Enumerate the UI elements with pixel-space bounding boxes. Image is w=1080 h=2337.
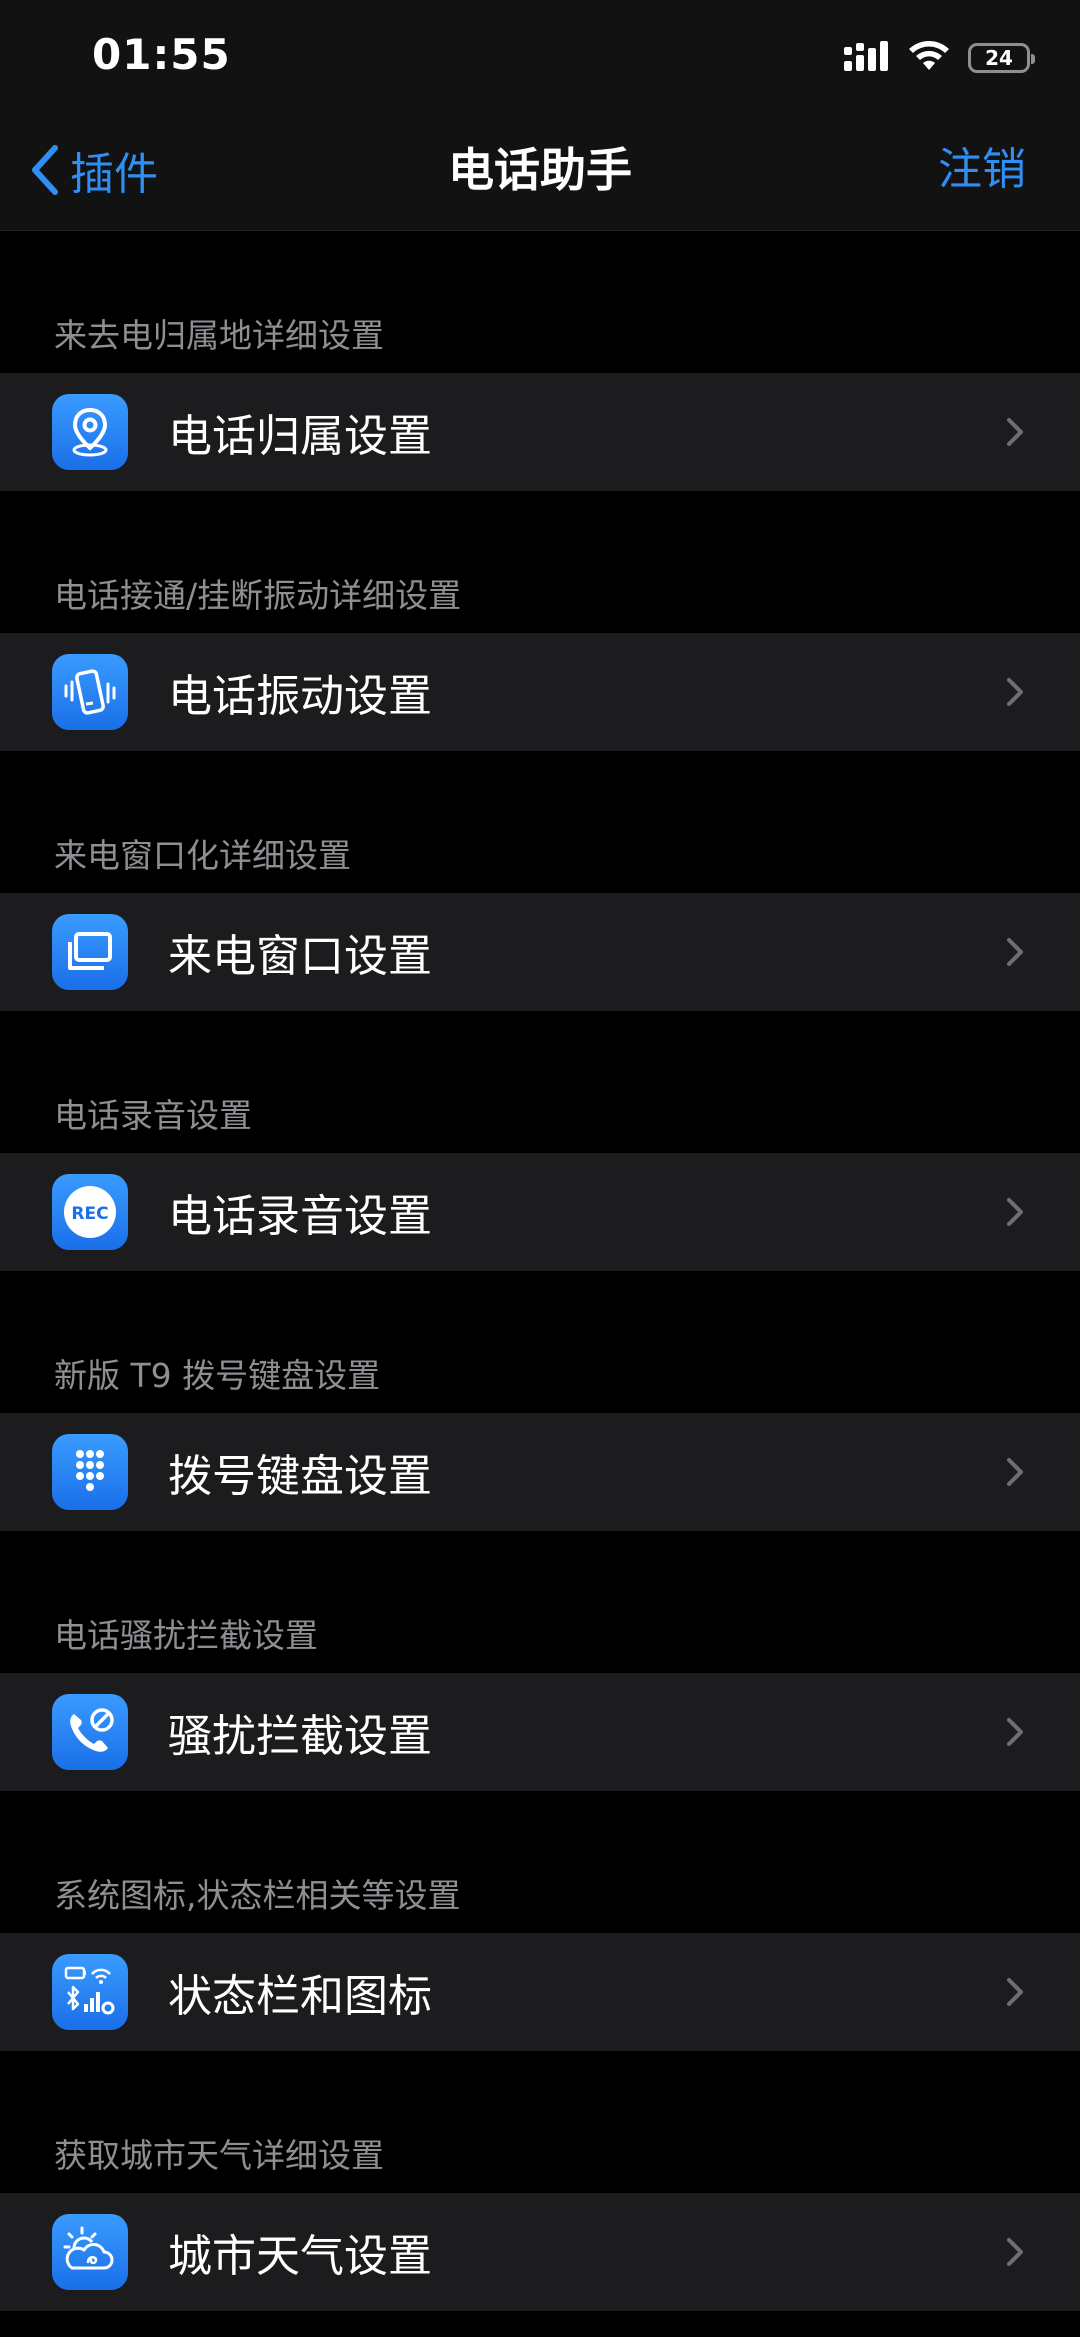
rec-icon: REC [52, 1174, 128, 1250]
row-weather-settings[interactable]: 城市天气设置 [0, 2193, 1080, 2311]
section-header: 获取城市天气详细设置 [54, 2136, 384, 2175]
wifi-icon [908, 40, 950, 76]
row-label: 电话归属设置 [168, 411, 432, 462]
settings-list: 来去电归属地详细设置 电话归属设置 电话接通/挂断振动详细设置 电话振动设置 来… [0, 231, 1080, 2311]
row-label: 电话振动设置 [168, 671, 432, 722]
row-block-settings[interactable]: 骚扰拦截设置 [0, 1673, 1080, 1791]
row-keypad-settings[interactable]: 拨号键盘设置 [0, 1413, 1080, 1531]
row-statusbar-settings[interactable]: 状态栏和图标 [0, 1933, 1080, 2051]
window-icon [52, 914, 128, 990]
row-window-settings[interactable]: 来电窗口设置 [0, 893, 1080, 1011]
status-icons: 24 [844, 38, 1035, 78]
row-label: 来电窗口设置 [168, 931, 432, 982]
chevron-right-icon [1007, 2238, 1023, 2266]
chevron-right-icon [1007, 1198, 1023, 1226]
row-location-settings[interactable]: 电话归属设置 [0, 373, 1080, 491]
section-header: 来电窗口化详细设置 [54, 836, 351, 875]
chevron-right-icon [1007, 1458, 1023, 1486]
phone-vibrate-icon [52, 654, 128, 730]
chevron-right-icon [1007, 1718, 1023, 1746]
rec-text: REC [71, 1204, 108, 1224]
section-header: 系统图标,状态栏相关等设置 [54, 1876, 461, 1915]
weather-icon [52, 2214, 128, 2290]
phone-block-icon [52, 1694, 128, 1770]
status-icons-icon [52, 1954, 128, 2030]
chevron-right-icon [1007, 938, 1023, 966]
section-header: 来去电归属地详细设置 [54, 316, 384, 355]
logout-button[interactable]: 注销 [938, 140, 1026, 200]
cellular-signal-icon [844, 41, 890, 75]
chevron-right-icon [1007, 418, 1023, 446]
section-header: 电话接通/挂断振动详细设置 [54, 576, 462, 615]
section-header: 新版 T9 拨号键盘设置 [54, 1356, 381, 1395]
section-header: 电话录音设置 [54, 1096, 252, 1135]
chevron-right-icon [1007, 678, 1023, 706]
row-vibrate-settings[interactable]: 电话振动设置 [0, 633, 1080, 751]
chevron-right-icon [1007, 1978, 1023, 2006]
row-label: 状态栏和图标 [168, 1971, 432, 2022]
nav-bar: 插件 电话助手 注销 [0, 110, 1080, 231]
section-header: 电话骚扰拦截设置 [54, 1616, 318, 1655]
row-label: 城市天气设置 [168, 2231, 432, 2282]
row-label: 拨号键盘设置 [168, 1451, 432, 1502]
row-label: 骚扰拦截设置 [168, 1711, 432, 1762]
row-recording-settings[interactable]: REC 电话录音设置 [0, 1153, 1080, 1271]
status-time: 01:55 [92, 30, 231, 79]
status-bar: 01:55 24 [0, 0, 1080, 110]
keypad-icon [52, 1434, 128, 1510]
location-pin-icon [52, 394, 128, 470]
row-label: 电话录音设置 [168, 1191, 432, 1242]
page-title: 电话助手 [448, 143, 632, 197]
battery-icon: 24 [968, 43, 1035, 73]
